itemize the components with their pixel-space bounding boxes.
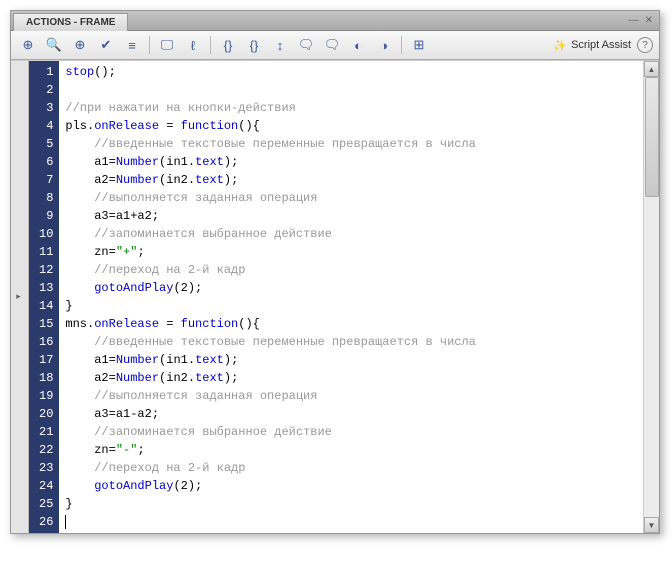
breakpoint-icon[interactable]: ◐	[347, 35, 369, 55]
code-line[interactable]: a1=Number(in1.text);	[65, 153, 637, 171]
code-line[interactable]: //запоминается выбранное действие	[65, 423, 637, 441]
code-line[interactable]: }	[65, 495, 637, 513]
code-line[interactable]: zn="+";	[65, 243, 637, 261]
scroll-up-icon[interactable]: ▲	[644, 61, 659, 77]
code-line[interactable]: a3=a1+a2;	[65, 207, 637, 225]
code-line[interactable]: a1=Number(in1.text);	[65, 351, 637, 369]
line-number: 24	[39, 477, 53, 495]
line-number: 21	[39, 423, 53, 441]
code-line[interactable]: a3=a1-a2;	[65, 405, 637, 423]
code-line[interactable]: //переход на 2-й кадр	[65, 261, 637, 279]
line-number: 4	[39, 117, 53, 135]
code-line[interactable]: zn="-";	[65, 441, 637, 459]
toolbar: ⊕ 🔍 ⊕ ✔ ≡ 🖵 ℓ {} {} ↕ 🗨 🗨 ◐ ◑ ⊞ ✨ Script…	[11, 31, 659, 60]
code-line[interactable]: a2=Number(in2.text);	[65, 171, 637, 189]
expand-rail-icon[interactable]: ▸	[15, 292, 25, 302]
line-number: 14	[39, 297, 53, 315]
debug-options-icon[interactable]: ℓ	[182, 35, 204, 55]
code-line[interactable]: //запоминается выбранное действие	[65, 225, 637, 243]
check-syntax-icon[interactable]: ✔	[95, 35, 117, 55]
pin-script-icon[interactable]: ⊞	[408, 35, 430, 55]
code-line[interactable]: pls.onRelease = function(){	[65, 117, 637, 135]
find-icon[interactable]: 🔍	[43, 35, 65, 55]
left-rail[interactable]: ▸	[11, 61, 29, 533]
comment-icon[interactable]: 🗨	[295, 35, 317, 55]
line-number: 25	[39, 495, 53, 513]
line-number: 16	[39, 333, 53, 351]
line-number: 26	[39, 513, 53, 531]
code-line[interactable]: a2=Number(in2.text);	[65, 369, 637, 387]
line-number: 20	[39, 405, 53, 423]
line-number: 3	[39, 99, 53, 117]
uncomment-icon[interactable]: 🗨	[321, 35, 343, 55]
code-line[interactable]	[65, 513, 637, 531]
toolbar-right: ✨ Script Assist ?	[553, 37, 653, 53]
line-number: 7	[39, 171, 53, 189]
code-line[interactable]: //при нажатии на кнопки-действия	[65, 99, 637, 117]
titlebar: ACTIONS - FRAME — ✕	[11, 11, 659, 31]
line-number: 12	[39, 261, 53, 279]
code-line[interactable]	[65, 81, 637, 99]
line-number: 17	[39, 351, 53, 369]
help-icon[interactable]: ?	[637, 37, 653, 53]
apply-block-icon[interactable]: ↕	[269, 35, 291, 55]
separator	[210, 36, 211, 54]
script-assist-label: Script Assist	[571, 39, 631, 51]
text-cursor	[65, 515, 66, 529]
target-icon[interactable]: ⊕	[69, 35, 91, 55]
code-line[interactable]: //выполняется заданная операция	[65, 387, 637, 405]
line-number: 9	[39, 207, 53, 225]
vertical-scrollbar[interactable]: ▲ ▼	[643, 61, 659, 533]
script-assist-button[interactable]: ✨ Script Assist	[553, 39, 631, 52]
expand-braces-icon[interactable]: {}	[243, 35, 265, 55]
line-number: 2	[39, 81, 53, 99]
code-line[interactable]: stop();	[65, 63, 637, 81]
code-line[interactable]: //введенные текстовые переменные превращ…	[65, 135, 637, 153]
line-number: 22	[39, 441, 53, 459]
line-number: 23	[39, 459, 53, 477]
actions-panel: ACTIONS - FRAME — ✕ ⊕ 🔍 ⊕ ✔ ≡ 🖵 ℓ {} {} …	[10, 10, 660, 534]
line-number: 19	[39, 387, 53, 405]
code-line[interactable]: gotoAndPlay(2);	[65, 477, 637, 495]
code-editor[interactable]: 1234567891011121314151617181920212223242…	[29, 61, 643, 533]
add-script-icon[interactable]: ⊕	[17, 35, 39, 55]
minimize-icon[interactable]: —	[629, 15, 639, 26]
code-line[interactable]: gotoAndPlay(2);	[65, 279, 637, 297]
line-gutter: 1234567891011121314151617181920212223242…	[29, 61, 59, 533]
line-number: 1	[39, 63, 53, 81]
line-number: 8	[39, 189, 53, 207]
wand-icon: ✨	[553, 39, 567, 52]
show-hint-icon[interactable]: 🖵	[156, 35, 178, 55]
line-number: 18	[39, 369, 53, 387]
auto-format-icon[interactable]: ≡	[121, 35, 143, 55]
separator	[401, 36, 402, 54]
scroll-thumb[interactable]	[645, 77, 659, 197]
scroll-down-icon[interactable]: ▼	[644, 517, 659, 533]
separator	[149, 36, 150, 54]
line-number: 5	[39, 135, 53, 153]
close-icon[interactable]: ✕	[645, 15, 653, 26]
code-line[interactable]: }	[65, 297, 637, 315]
panel-tab[interactable]: ACTIONS - FRAME	[13, 13, 128, 31]
code-line[interactable]: //переход на 2-й кадр	[65, 459, 637, 477]
line-number: 10	[39, 225, 53, 243]
remove-breakpoint-icon[interactable]: ◑	[373, 35, 395, 55]
code-line[interactable]: //введенные текстовые переменные превращ…	[65, 333, 637, 351]
code-area[interactable]: stop(); //при нажатии на кнопки-действияp…	[59, 61, 643, 533]
code-line[interactable]: mns.onRelease = function(){	[65, 315, 637, 333]
line-number: 13	[39, 279, 53, 297]
line-number: 6	[39, 153, 53, 171]
collapse-braces-icon[interactable]: {}	[217, 35, 239, 55]
line-number: 11	[39, 243, 53, 261]
code-line[interactable]: //выполняется заданная операция	[65, 189, 637, 207]
line-number: 15	[39, 315, 53, 333]
titlebar-controls: — ✕	[629, 15, 659, 26]
editor-wrap: ▸ 12345678910111213141516171819202122232…	[11, 60, 659, 533]
